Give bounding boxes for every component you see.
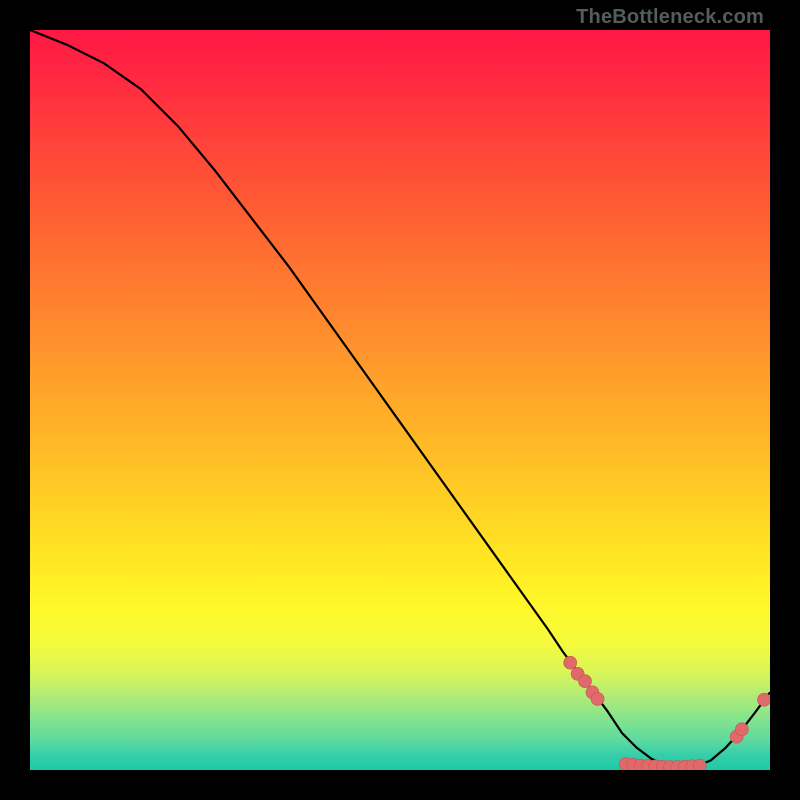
chart-frame: TheBottleneck.com: [0, 0, 800, 800]
curve-line: [30, 30, 770, 768]
data-marker: [564, 656, 577, 669]
data-marker: [591, 692, 604, 705]
plot-area: [30, 30, 770, 770]
data-marker: [579, 675, 592, 688]
watermark-text: TheBottleneck.com: [576, 6, 764, 29]
data-marker: [758, 693, 770, 706]
data-marker: [693, 759, 706, 770]
chart-svg: [30, 30, 770, 770]
marker-group: [564, 656, 770, 770]
data-marker: [735, 723, 748, 736]
